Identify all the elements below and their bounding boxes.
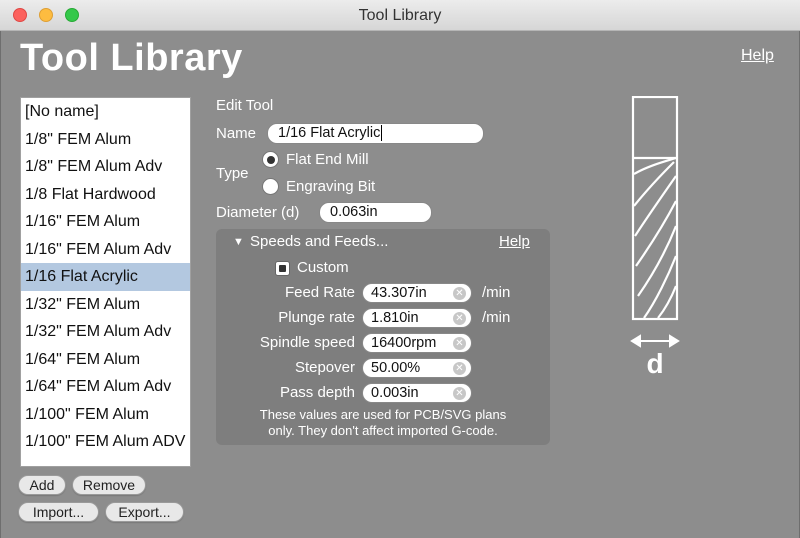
plunge-rate-field[interactable]: 1.810in ✕: [362, 308, 472, 328]
tool-list-item[interactable]: 1/100" FEM Alum: [21, 401, 190, 429]
feed-rate-value: 43.307in: [371, 285, 427, 301]
plunge-rate-value: 1.810in: [371, 310, 419, 326]
pass-depth-value: 0.003in: [371, 385, 419, 401]
title-bar: Tool Library: [0, 0, 800, 31]
name-value: 1/16 Flat Acrylic: [278, 125, 381, 141]
page-title: Tool Library: [20, 37, 243, 79]
diameter-arrow-icon: [630, 334, 680, 348]
custom-checkbox[interactable]: [275, 261, 290, 276]
plunge-rate-unit: /min: [482, 309, 511, 326]
diameter-symbol: d: [646, 348, 663, 379]
help-link[interactable]: Help: [741, 47, 774, 65]
plunge-rate-label: Plunge rate: [278, 309, 355, 326]
clear-icon[interactable]: ✕: [453, 337, 466, 350]
add-tool-button[interactable]: Add: [18, 475, 66, 495]
stepover-value: 50.00%: [371, 360, 421, 376]
tool-list-item[interactable]: 1/16" FEM Alum Adv: [21, 236, 190, 264]
speeds-feeds-heading[interactable]: Speeds and Feeds...: [250, 233, 388, 250]
spindle-speed-label: Spindle speed: [259, 334, 355, 351]
tool-list-item[interactable]: [No name]: [21, 98, 190, 126]
tool-list-item[interactable]: 1/8" FEM Alum: [21, 126, 190, 154]
feed-rate-unit: /min: [482, 284, 511, 301]
flat-end-mill-radio[interactable]: [262, 151, 279, 168]
spindle-speed-value: 16400rpm: [371, 335, 437, 351]
feed-rate-field[interactable]: 43.307in ✕: [362, 283, 472, 303]
diameter-label: Diameter (d): [216, 204, 300, 221]
export-button[interactable]: Export...: [105, 502, 184, 522]
engraving-bit-radio[interactable]: [262, 178, 279, 195]
disclosure-triangle-icon[interactable]: ▼: [233, 236, 244, 248]
end-mill-icon: [631, 96, 679, 321]
tool-list-item[interactable]: 1/64" FEM Alum Adv: [21, 373, 190, 401]
window-title: Tool Library: [358, 7, 442, 24]
clear-icon[interactable]: ✕: [453, 362, 466, 375]
speeds-note: These values are used for PCB/SVG plans …: [216, 407, 550, 439]
tool-list-item[interactable]: 1/100" FEM Alum ADV: [21, 428, 190, 456]
edit-tool-heading: Edit Tool: [216, 97, 274, 114]
note-line: These values are used for PCB/SVG plans: [259, 407, 507, 422]
pass-depth-label: Pass depth: [279, 384, 355, 401]
clear-icon[interactable]: ✕: [453, 287, 466, 300]
spindle-speed-field[interactable]: 16400rpm ✕: [362, 333, 472, 353]
stepover-field[interactable]: 50.00% ✕: [362, 358, 472, 378]
remove-tool-button[interactable]: Remove: [72, 475, 146, 495]
tool-list-item[interactable]: 1/8" FEM Alum Adv: [21, 153, 190, 181]
feed-rate-label: Feed Rate: [284, 284, 355, 301]
custom-label: Custom: [297, 259, 349, 276]
tool-list[interactable]: [No name] 1/8" FEM Alum 1/8" FEM Alum Adv 1…: [20, 97, 191, 467]
tool-list-item[interactable]: 1/32" FEM Alum: [21, 291, 190, 319]
clear-icon[interactable]: ✕: [453, 387, 466, 400]
tool-list-item[interactable]: 1/16 Flat Acrylic: [21, 263, 190, 291]
stepover-label: Stepover: [294, 359, 355, 376]
name-label: Name: [216, 125, 257, 142]
engraving-bit-label: Engraving Bit: [286, 178, 376, 195]
clear-icon[interactable]: ✕: [453, 312, 466, 325]
tool-list-item[interactable]: 1/16" FEM Alum: [21, 208, 190, 236]
type-label: Type: [216, 165, 249, 182]
speeds-help-link[interactable]: Help: [499, 233, 530, 250]
import-button[interactable]: Import...: [18, 502, 99, 522]
tool-list-item[interactable]: 1/32" FEM Alum Adv: [21, 318, 190, 346]
flat-end-mill-label: Flat End Mill: [286, 151, 369, 168]
pass-depth-field[interactable]: 0.003in ✕: [362, 383, 472, 403]
tool-list-item[interactable]: 1/8 Flat Hardwood: [21, 181, 190, 209]
end-mill-diagram: d: [630, 96, 680, 379]
diameter-field[interactable]: 0.063in: [319, 202, 432, 223]
tool-list-item[interactable]: 1/64" FEM Alum: [21, 346, 190, 374]
name-field[interactable]: 1/16 Flat Acrylic: [267, 123, 484, 144]
note-line: only. They don't affect imported G-code.: [268, 423, 498, 438]
